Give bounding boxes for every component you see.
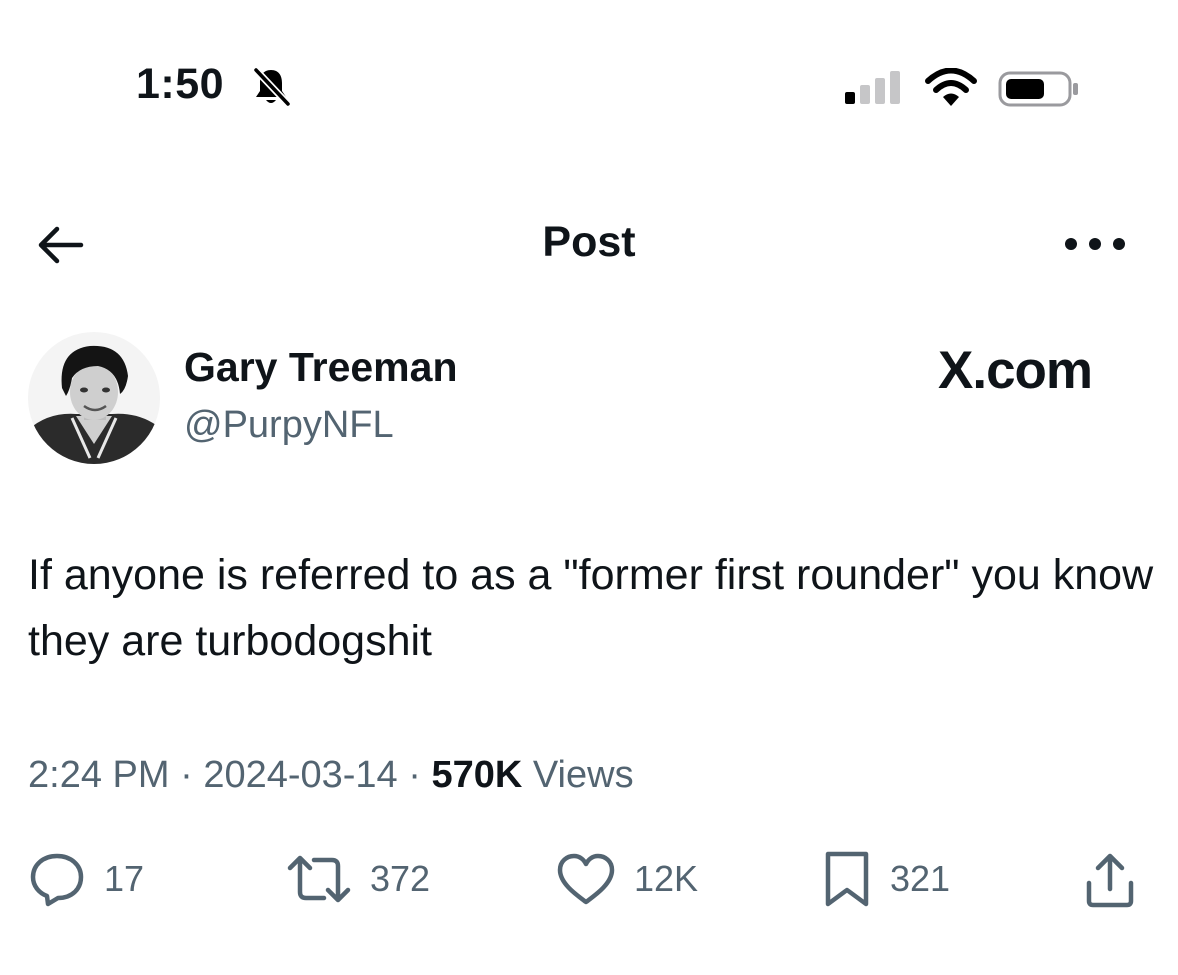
bell-off-icon (250, 66, 292, 108)
ellipsis-icon (1065, 238, 1125, 250)
views-count[interactable]: 570K (431, 754, 522, 796)
wifi-icon (924, 67, 978, 108)
share-icon (1086, 853, 1134, 908)
heart-icon (557, 853, 615, 905)
views-label[interactable]: Views (533, 754, 634, 796)
post-time: 2:24 PM (28, 754, 170, 796)
status-time: 1:50 (136, 60, 225, 108)
cellular-signal-icon (845, 70, 905, 106)
meta-separator: · (408, 754, 421, 796)
author-display-name[interactable]: Gary Treeman (184, 344, 458, 391)
bookmark-button[interactable]: 321 (822, 846, 950, 912)
reply-button[interactable]: 17 (28, 846, 144, 912)
page-title: Post (542, 218, 636, 266)
repost-button[interactable]: 372 (286, 846, 430, 912)
repost-count: 372 (370, 858, 431, 899)
meta-separator: · (180, 754, 193, 796)
post-date: 2024-03-14 (203, 754, 398, 796)
author-handle[interactable]: @PurpyNFL (184, 404, 394, 447)
post-text: If anyone is referred to as a "former fi… (28, 551, 1154, 665)
reply-count: 17 (104, 858, 145, 899)
share-button[interactable] (1080, 850, 1140, 910)
post-meta: 2:24 PM · 2024-03-14 · 570K Views (28, 754, 634, 797)
like-count: 12K (634, 858, 699, 899)
x-com-watermark: X.com (938, 341, 1093, 400)
bookmark-count: 321 (890, 858, 951, 899)
like-button[interactable]: 12K (556, 846, 698, 912)
avatar[interactable] (28, 332, 160, 464)
more-options-button[interactable] (1060, 220, 1130, 268)
reply-icon (30, 853, 84, 907)
bookmark-icon (825, 851, 869, 907)
repost-icon (287, 855, 351, 903)
battery-icon (998, 70, 1082, 108)
